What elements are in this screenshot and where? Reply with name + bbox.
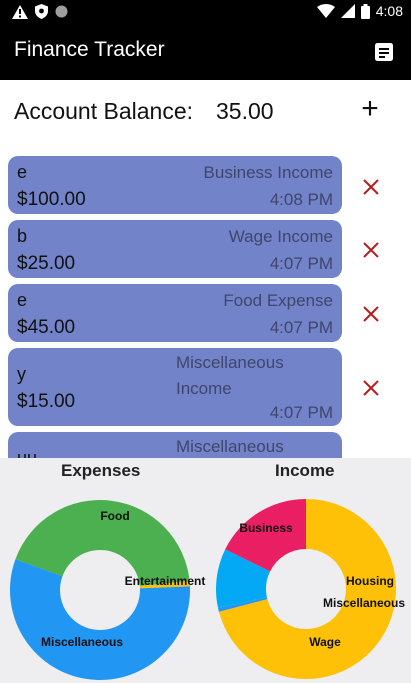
balance-row: Account Balance: 35.00 + xyxy=(0,80,411,146)
transaction-time: 4:07 PM xyxy=(269,403,333,422)
transaction-amount: $100.00 xyxy=(17,189,86,210)
app-bar: Finance Tracker xyxy=(0,24,411,80)
slice-label-miscellaneous: Miscellaneous xyxy=(323,596,405,610)
transaction-category: Wage Income xyxy=(228,227,333,246)
balance-label: Account Balance: xyxy=(14,98,194,124)
transaction-amount: $45.00 xyxy=(17,317,76,338)
slice-label-housing: Housing xyxy=(346,574,394,588)
wifi-icon xyxy=(316,4,335,18)
shield-icon xyxy=(35,4,48,19)
close-icon[interactable] xyxy=(360,377,382,399)
clock: 4:08 xyxy=(375,3,403,19)
transaction-name: e xyxy=(17,290,28,310)
status-right-icons: 4:08 xyxy=(316,3,403,19)
app-title: Finance Tracker xyxy=(14,38,165,61)
transaction-card[interactable]: e Food Expense $45.00 4:07 PM xyxy=(8,284,342,342)
battery-icon xyxy=(360,3,370,19)
transaction-name: y xyxy=(17,364,26,384)
slice-label-food: Food xyxy=(100,509,129,523)
circle-icon xyxy=(55,5,68,18)
status-left-icons xyxy=(12,4,68,19)
transaction-category: Food Expense xyxy=(223,291,333,310)
status-bar: 4:08 xyxy=(0,0,411,24)
signal-icon xyxy=(340,4,355,18)
close-icon[interactable] xyxy=(360,303,382,325)
transaction-category: Business Income xyxy=(203,163,333,182)
transaction-card[interactable]: y Miscellaneous Income $15.00 4:07 PM xyxy=(8,348,342,426)
transaction-time: 4:07 PM xyxy=(269,254,333,273)
charts-svg: Food Entertainment Miscellaneous Business Ho… xyxy=(9,499,405,680)
alert-icon xyxy=(12,4,28,19)
slice-label-business: Business xyxy=(239,521,293,535)
transaction-name: b xyxy=(17,226,28,246)
transaction-amount: $25.00 xyxy=(17,253,76,274)
add-transaction-button[interactable]: + xyxy=(356,92,384,126)
transaction-time: 4:08 PM xyxy=(269,190,333,209)
notes-icon[interactable] xyxy=(373,41,395,63)
charts-panel: Expenses Income Food Entertainment Miscell… xyxy=(0,458,411,683)
transaction-card[interactable]: e Business Income $100.00 4:08 PM xyxy=(8,156,342,214)
slice-label-miscellaneous: Miscellaneous xyxy=(41,635,123,649)
close-icon[interactable] xyxy=(360,239,382,261)
transaction-category: Miscellaneous xyxy=(176,437,284,456)
slice-label-wage: Wage xyxy=(309,635,341,649)
transaction-amount: $15.00 xyxy=(17,391,76,412)
transaction-card[interactable]: b Wage Income $25.00 4:07 PM xyxy=(8,220,342,278)
transaction-category: Miscellaneous Income xyxy=(176,353,284,398)
balance-value: 35.00 xyxy=(216,98,274,124)
slice-label-entertainment: Entertainment xyxy=(125,574,206,588)
transaction-time: 4:07 PM xyxy=(269,318,333,337)
transaction-name: e xyxy=(17,162,28,182)
close-icon[interactable] xyxy=(360,176,382,198)
